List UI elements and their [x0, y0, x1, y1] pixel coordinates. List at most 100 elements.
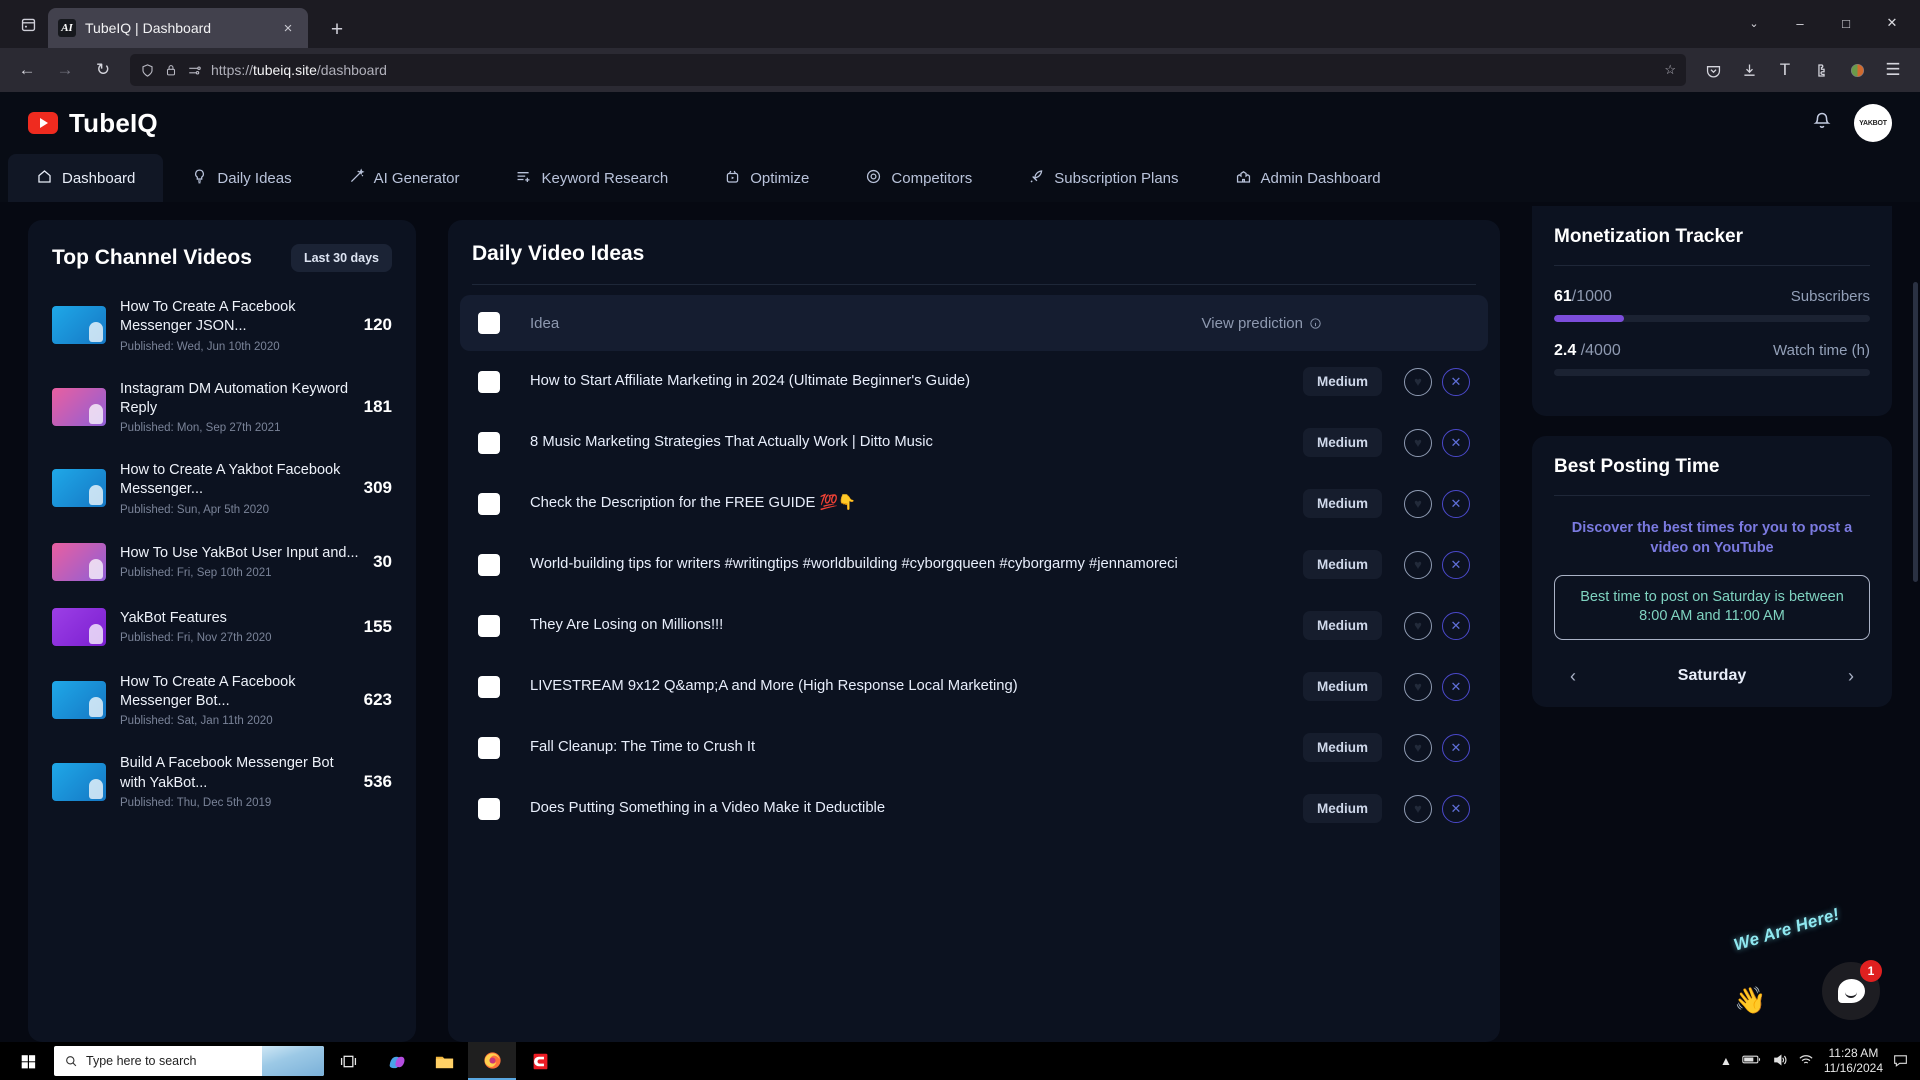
idea-checkbox[interactable] — [478, 370, 500, 393]
idea-row[interactable]: Fall Cleanup: The Time to Crush It Mediu… — [460, 717, 1488, 778]
taskbar-search-box[interactable]: Type here to search — [54, 1046, 324, 1076]
idea-checkbox[interactable] — [478, 431, 500, 454]
heart-icon[interactable]: ♥ — [1404, 550, 1432, 579]
chat-widget: We Are Here! 👋 1 — [1726, 904, 1886, 1024]
subscribers-target: /1000 — [1571, 288, 1612, 305]
heart-icon[interactable]: ♥ — [1404, 611, 1432, 640]
tab-list-chevron-icon[interactable]: ⌄ — [1732, 4, 1776, 42]
action-center-icon[interactable] — [1893, 1053, 1908, 1070]
close-icon[interactable]: ✕ — [1442, 428, 1470, 457]
start-button[interactable] — [4, 1053, 52, 1070]
close-icon[interactable]: ✕ — [1442, 672, 1470, 701]
page-scrollbar[interactable] — [1913, 282, 1918, 582]
window-minimize-button[interactable]: – — [1778, 4, 1822, 42]
shield-icon[interactable] — [140, 63, 155, 78]
reload-icon[interactable]: ↻ — [86, 53, 120, 87]
video-thumbnail — [52, 387, 106, 426]
youtube-play-logo-icon — [28, 112, 58, 134]
prev-day-button[interactable]: ‹ — [1560, 666, 1586, 687]
copilot-icon[interactable] — [372, 1042, 420, 1080]
window-maximize-button[interactable]: □ — [1824, 4, 1868, 42]
nav-tab-ai-generator[interactable]: AI Generator — [320, 154, 488, 202]
extensions-icon[interactable] — [1804, 53, 1838, 87]
video-list-item[interactable]: How To Create A Facebook Messenger Bot..… — [52, 673, 392, 727]
list-all-tabs-icon[interactable] — [8, 4, 48, 44]
idea-checkbox[interactable] — [478, 492, 500, 515]
column-header-label: View prediction — [1201, 314, 1303, 332]
idea-row[interactable]: How to Start Affiliate Marketing in 2024… — [460, 351, 1488, 412]
heart-icon[interactable]: ♥ — [1404, 428, 1432, 457]
video-list-item[interactable]: Build A Facebook Messenger Bot with YakB… — [52, 754, 392, 809]
nav-tab-admin-dashboard[interactable]: Admin Dashboard — [1207, 154, 1409, 202]
back-icon[interactable]: ← — [10, 53, 44, 87]
video-list-item[interactable]: How to Create A Yakbot Facebook Messenge… — [52, 461, 392, 516]
account-icon[interactable]: T — [1768, 53, 1802, 87]
show-hidden-icons-icon[interactable]: ▲ — [1720, 1054, 1732, 1068]
download-icon[interactable] — [1732, 53, 1766, 87]
avatar[interactable]: YAKBOT — [1854, 104, 1892, 142]
select-all-checkbox[interactable] — [478, 312, 500, 334]
nav-tab-subscription-plans[interactable]: Subscription Plans — [1000, 154, 1206, 202]
video-list-item[interactable]: How To Use YakBot User Input and... Publ… — [52, 542, 392, 581]
window-close-button[interactable]: ✕ — [1870, 4, 1914, 42]
bookmark-star-icon[interactable]: ☆ — [1664, 62, 1676, 78]
nav-tab-competitors[interactable]: Competitors — [837, 154, 1000, 202]
video-list-item[interactable]: YakBot Features Published: Fri, Nov 27th… — [52, 607, 392, 646]
chat-launcher-button[interactable]: 1 — [1822, 960, 1882, 1020]
close-icon[interactable]: ✕ — [1442, 794, 1470, 823]
bell-icon[interactable] — [1812, 110, 1832, 136]
new-tab-button[interactable]: + — [322, 18, 352, 42]
next-day-button[interactable]: › — [1838, 666, 1864, 687]
idea-checkbox[interactable] — [478, 553, 500, 576]
network-icon[interactable] — [1798, 1053, 1814, 1070]
taskbar-clock[interactable]: 11:28 AM 11/16/2024 — [1824, 1046, 1883, 1076]
castle-icon — [1235, 168, 1252, 189]
url-text[interactable]: https://tubeiq.site/dashboard — [211, 62, 1655, 78]
video-list-item[interactable]: Instagram DM Automation Keyword Reply Pu… — [52, 380, 392, 434]
nav-tab-keyword-research[interactable]: Keyword Research — [487, 154, 696, 202]
container-icon[interactable] — [1840, 53, 1874, 87]
nav-tab-optimize[interactable]: Optimize — [696, 154, 837, 202]
idea-row[interactable]: Check the Description for the FREE GUIDE… — [460, 473, 1488, 534]
firefox-icon[interactable] — [468, 1042, 516, 1080]
avatar-label: YAKBOT — [1859, 119, 1887, 127]
pocket-icon[interactable] — [1696, 53, 1730, 87]
heart-icon[interactable]: ♥ — [1404, 489, 1432, 518]
heart-icon[interactable]: ♥ — [1404, 794, 1432, 823]
tab-close-icon[interactable]: × — [278, 20, 298, 37]
idea-row[interactable]: They Are Losing on Millions!!! Medium ♥ … — [460, 595, 1488, 656]
nav-tab-dashboard[interactable]: Dashboard — [8, 154, 164, 202]
period-badge[interactable]: Last 30 days — [290, 244, 392, 272]
video-list-item[interactable]: How To Create A Facebook Messenger JSON.… — [52, 298, 392, 353]
battery-icon[interactable] — [1742, 1053, 1762, 1069]
heart-icon[interactable]: ♥ — [1404, 733, 1432, 762]
idea-row[interactable]: LIVESTREAM 9x12 Q&amp;A and More (High R… — [460, 656, 1488, 717]
idea-checkbox[interactable] — [478, 797, 500, 820]
brand[interactable]: TubeIQ — [28, 108, 158, 139]
volume-icon[interactable] — [1772, 1053, 1788, 1070]
heart-icon[interactable]: ♥ — [1404, 367, 1432, 396]
camtasia-icon[interactable] — [516, 1042, 564, 1080]
forward-icon[interactable]: → — [48, 53, 82, 87]
browser-menu-icon[interactable]: ☰ — [1876, 53, 1910, 87]
permissions-icon[interactable] — [187, 63, 202, 78]
close-icon[interactable]: ✕ — [1442, 550, 1470, 579]
close-icon[interactable]: ✕ — [1442, 733, 1470, 762]
close-icon[interactable]: ✕ — [1442, 489, 1470, 518]
idea-row[interactable]: 8 Music Marketing Strategies That Actual… — [460, 412, 1488, 473]
nav-tab-daily-ideas[interactable]: Daily Ideas — [163, 154, 319, 202]
file-explorer-icon[interactable] — [420, 1042, 468, 1080]
idea-checkbox[interactable] — [478, 736, 500, 759]
close-icon[interactable]: ✕ — [1442, 367, 1470, 396]
video-view-count: 309 — [363, 478, 392, 498]
idea-row[interactable]: Does Putting Something in a Video Make i… — [460, 778, 1488, 839]
lock-icon[interactable] — [164, 63, 178, 77]
idea-checkbox[interactable] — [478, 614, 500, 637]
idea-checkbox[interactable] — [478, 675, 500, 698]
url-bar[interactable]: https://tubeiq.site/dashboard ☆ — [130, 54, 1686, 86]
task-view-icon[interactable] — [324, 1042, 372, 1080]
idea-row[interactable]: World-building tips for writers #writing… — [460, 534, 1488, 595]
heart-icon[interactable]: ♥ — [1404, 672, 1432, 701]
close-icon[interactable]: ✕ — [1442, 611, 1470, 640]
browser-tab[interactable]: AI TubeIQ | Dashboard × — [48, 8, 308, 48]
